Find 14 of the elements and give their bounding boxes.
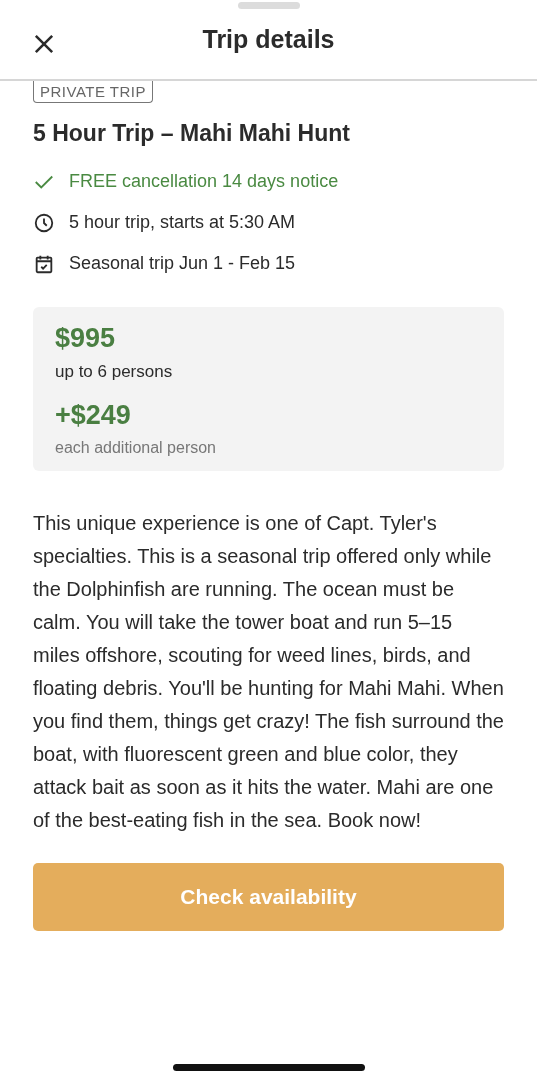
trip-tag: PRIVATE TRIP <box>33 81 154 103</box>
trip-title: 5 Hour Trip – Mahi Mahi Hunt <box>33 120 351 147</box>
extra-price-note: each additional person <box>55 439 217 457</box>
check-availability-button[interactable]: Check availability <box>33 863 504 931</box>
feature-text: Seasonal trip Jun 1 - Feb 15 <box>69 253 296 274</box>
price-note: up to 6 persons <box>55 362 174 382</box>
page-title: Trip details <box>202 25 335 54</box>
clock-icon <box>33 211 55 234</box>
price: $995 <box>55 323 117 354</box>
drag-handle[interactable] <box>238 2 300 9</box>
feature-text: 5 hour trip, starts at 5:30 AM <box>69 212 296 233</box>
extra-price: +$249 <box>55 400 132 431</box>
trip-description: This unique experience is one of Capt. Tyler's specialties. This is a seasonal trip offered only while the Dolphinfish are running. The ocean must be calm. You will take the tower boat and run 5–15 miles offshore, scouting for weed lines, birds, and floating debris. You'll be hunting for Mahi Mahi. When you find them, things get crazy! The fish surround the boat, with fluorescent green and blue color, they attack bait as soon as it hits the water. Mahi are one of the best-eating fish in the sea. Book now! <box>33 511 504 833</box>
feature-text: FREE cancellation 14 days notice <box>69 171 339 192</box>
